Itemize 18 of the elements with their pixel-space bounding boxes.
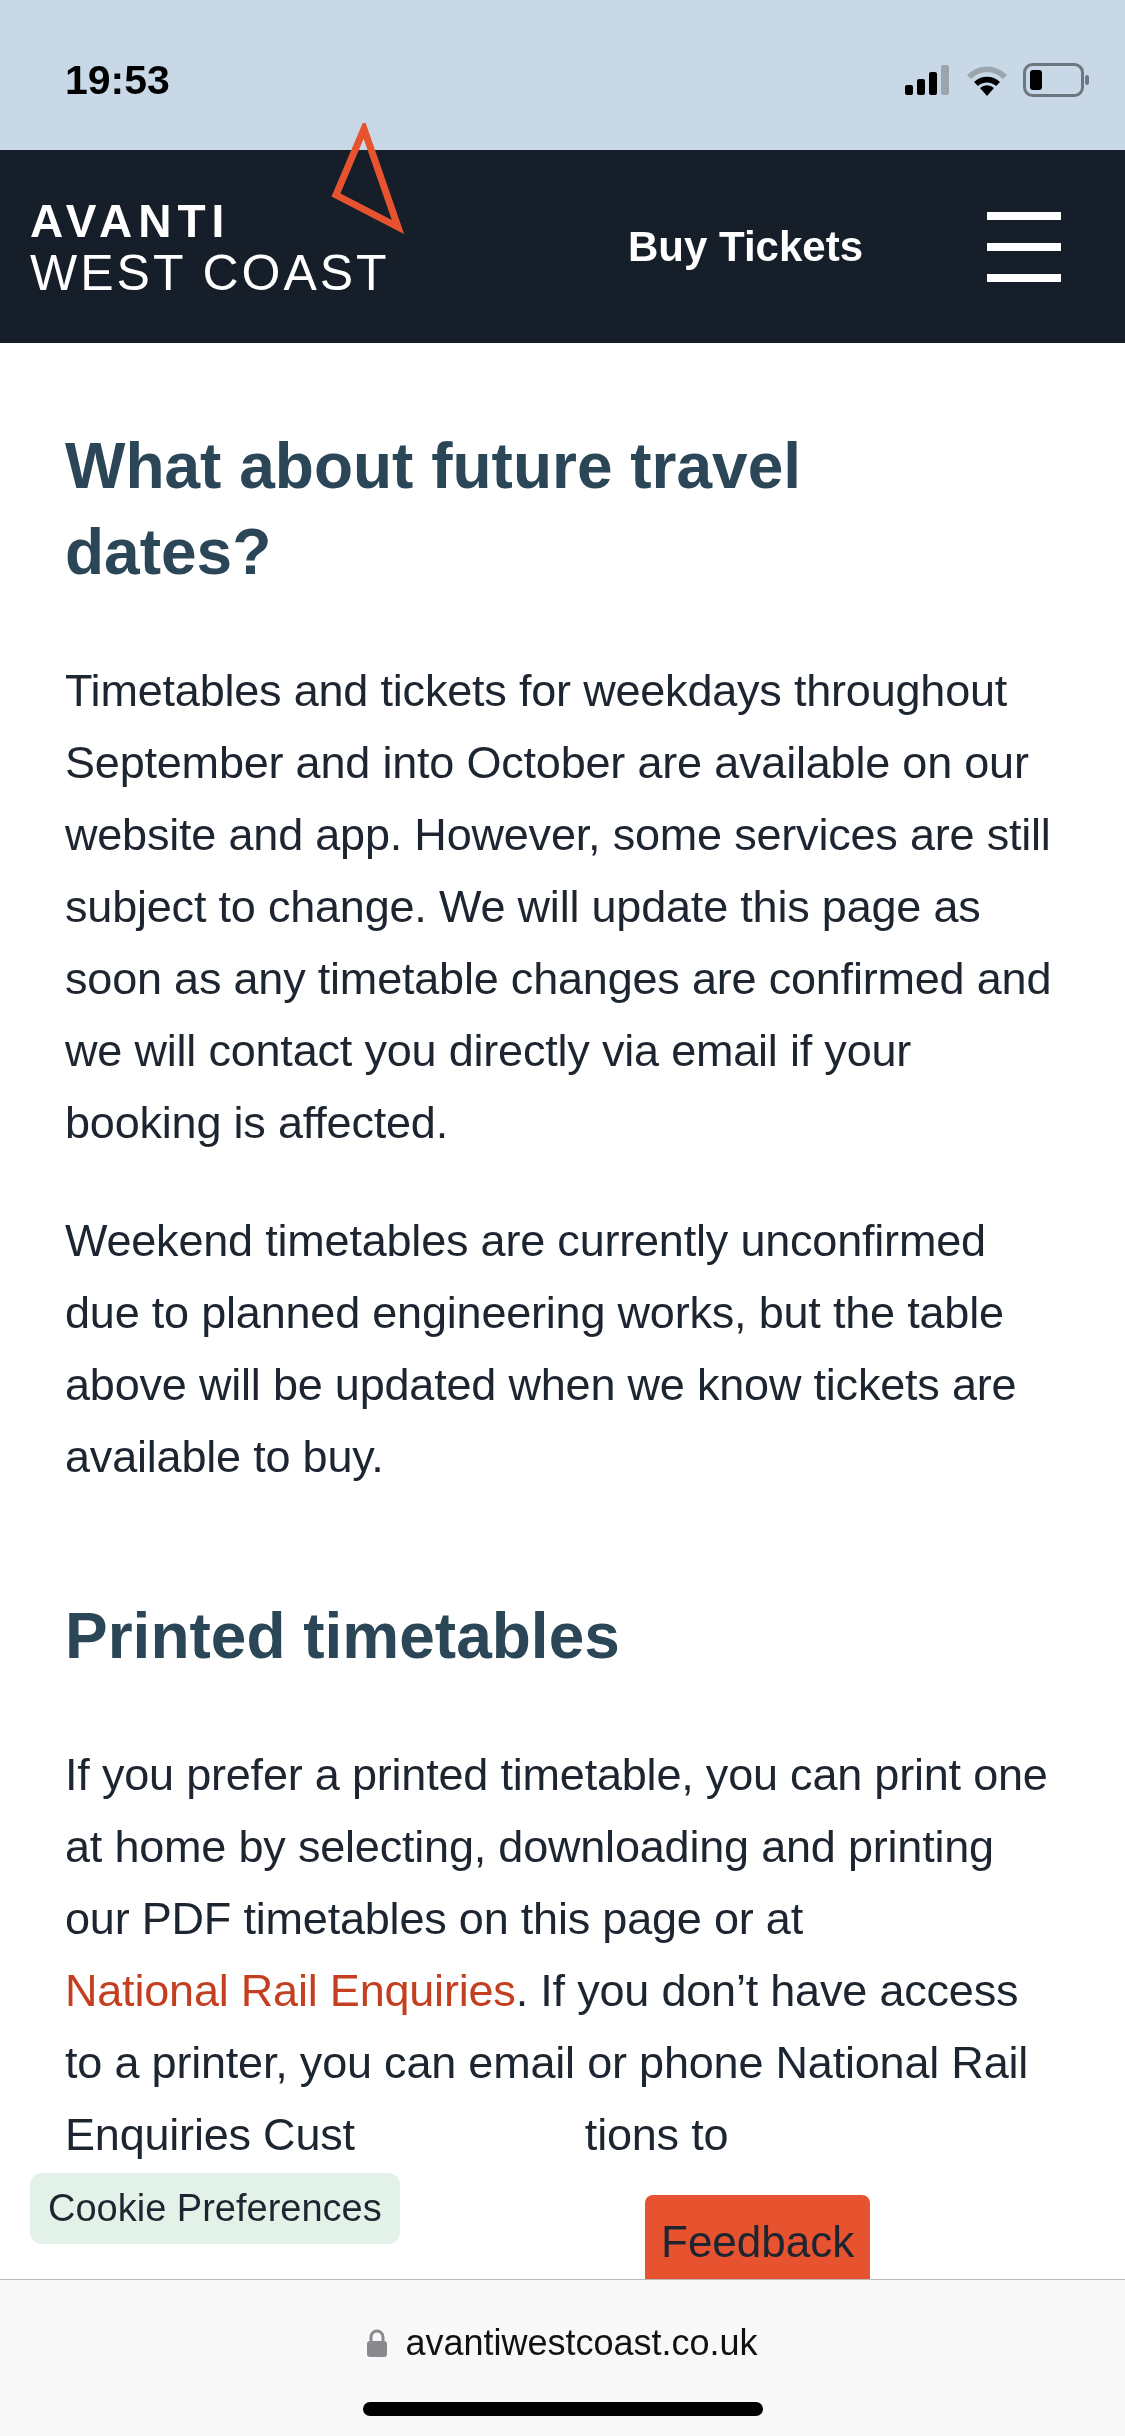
feedback-button[interactable]: Feedback [645,2195,871,2279]
signal-icon [905,65,951,95]
national-rail-link[interactable]: National Rail Enquiries [65,1965,516,2016]
menu-icon[interactable] [987,211,1061,282]
buy-tickets-link[interactable]: Buy Tickets [628,222,863,271]
cookie-preferences-button[interactable]: Cookie Preferences [30,2173,400,2244]
lock-icon [367,2329,388,2357]
status-time: 19:53 [65,55,170,104]
body-paragraph: Timetables and tickets for weekdays throughout September and into October are available on our website and app. However, some services are still subject to change. We will update this page as soon as any timetable changes are confirmed and we will contact you directly via email if your booking is affected. [65,664,1053,1150]
body-paragraph: Weekend timetables are currently unconfirmed due to planned engineering works, but the table above will be updated when we know tickets are available to buy. [65,1214,1018,1484]
section-heading: Printed timetables [65,1599,621,1674]
avanti-west-coast-logo[interactable]: AVANTI WEST COAST [30,194,390,299]
section-heading: What about future travel dates? [65,429,803,590]
address-text[interactable]: avantiwestcoast.co.uk [405,2322,758,2364]
body-paragraph: If you prefer a printed timetable, you can print one at home by selecting, downloading and printing our PDF timetables on this page or at National Rail Enquiries. If you don’t have access to a printer, you can email or phone National Rail Enquiries Cust tions to [65,1748,1049,2162]
battery-icon [1023,63,1089,97]
wifi-icon [965,64,1009,96]
triangle-icon [330,122,404,235]
